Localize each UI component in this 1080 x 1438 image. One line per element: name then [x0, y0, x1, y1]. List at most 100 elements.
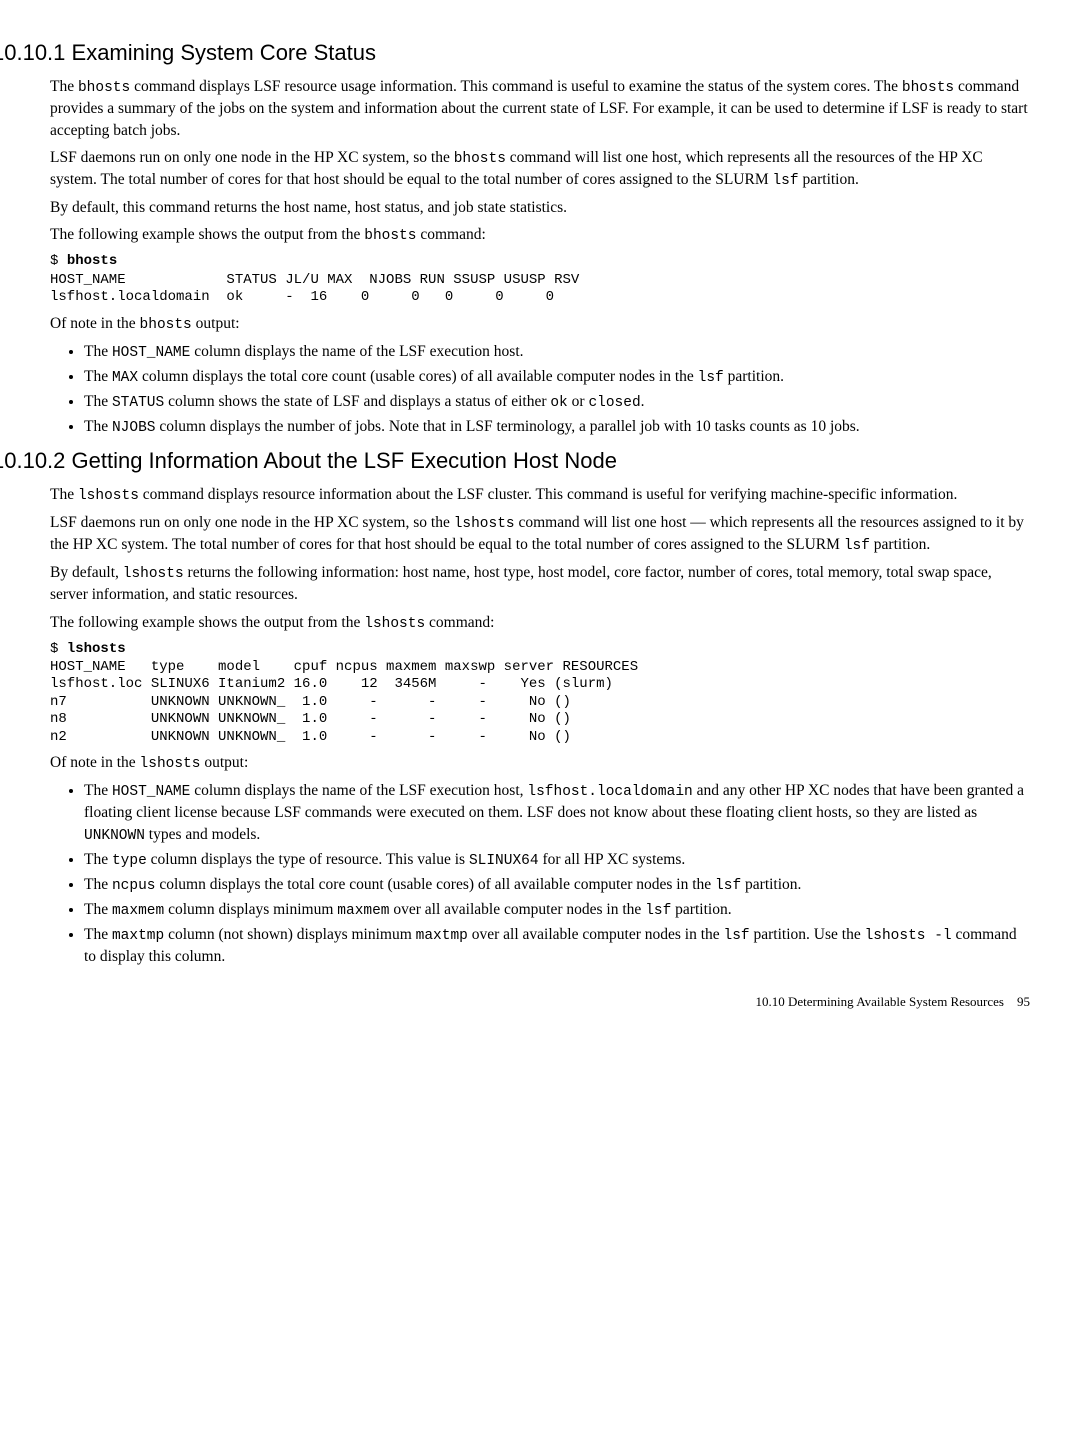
code-lshosts: lshosts — [364, 616, 425, 632]
text: partition. — [671, 901, 731, 918]
text: column displays minimum — [164, 901, 337, 918]
code-maxtmp: maxtmp — [416, 928, 468, 944]
prompt-dollar: $ — [50, 253, 67, 269]
list-item: The HOST_NAME column displays the name o… — [84, 780, 1030, 845]
code-maxmem: maxmem — [337, 903, 389, 919]
code-bhosts: bhosts — [454, 151, 506, 167]
code-ok: ok — [550, 395, 567, 411]
text: column shows the state of LSF and displa… — [164, 393, 550, 410]
text: for all HP XC systems. — [539, 851, 686, 868]
code-bhosts: bhosts — [364, 228, 416, 244]
lshosts-output: HOST_NAME type model cpuf ncpus maxmem m… — [50, 659, 1030, 747]
text: The — [84, 876, 112, 893]
text: The — [84, 851, 112, 868]
page-footer: 10.10 Determining Available System Resou… — [50, 993, 1030, 1011]
code-lsf: lsf — [698, 370, 724, 386]
text: or — [568, 393, 589, 410]
paragraph: The following example shows the output f… — [50, 224, 1030, 246]
list-item: The maxmem column displays minimum maxme… — [84, 899, 1030, 921]
paragraph: The lshosts command displays resource in… — [50, 484, 1030, 506]
command-prompt: $ lshosts — [50, 640, 1030, 659]
code-lsf: lsf — [645, 903, 671, 919]
text: column displays the number of jobs. Note… — [156, 418, 860, 435]
code-max: MAX — [112, 370, 138, 386]
text: output: — [200, 754, 248, 771]
code-status: STATUS — [112, 395, 164, 411]
code-bhosts: bhosts — [140, 317, 192, 333]
code-lsf: lsf — [715, 878, 741, 894]
text: LSF daemons run on only one node in the … — [50, 149, 454, 166]
text: column displays the total core count (us… — [138, 368, 698, 385]
text: types and models. — [145, 826, 260, 843]
paragraph: The bhosts command displays LSF resource… — [50, 76, 1030, 141]
text: partition. — [724, 368, 784, 385]
list-item: The maxtmp column (not shown) displays m… — [84, 924, 1030, 967]
text: column displays the total core count (us… — [156, 876, 716, 893]
section-heading-1: 10.10.1 Examining System Core Status — [0, 38, 1030, 68]
code-lshosts-l: lshosts -l — [865, 928, 952, 944]
text: The — [50, 78, 78, 95]
code-lsfhost-localdomain: lsfhost.localdomain — [527, 784, 692, 800]
code-lsf: lsf — [844, 538, 870, 554]
code-maxtmp: maxtmp — [112, 928, 164, 944]
paragraph: Of note in the lshosts output: — [50, 752, 1030, 774]
text: partition. — [870, 536, 930, 553]
lshosts-notes-list: The HOST_NAME column displays the name o… — [50, 780, 1030, 967]
text: partition. Use the — [750, 926, 865, 943]
bhosts-notes-list: The HOST_NAME column displays the name o… — [50, 341, 1030, 438]
text: column displays the type of resource. Th… — [147, 851, 469, 868]
text: The — [84, 393, 112, 410]
code-host-name: HOST_NAME — [112, 784, 190, 800]
text: The — [84, 343, 112, 360]
command-bhosts: bhosts — [67, 253, 117, 269]
list-item: The type column displays the type of res… — [84, 849, 1030, 871]
text: command displays resource information ab… — [139, 486, 957, 503]
command-prompt: $ bhosts — [50, 252, 1030, 271]
paragraph: By default, this command returns the hos… — [50, 197, 1030, 218]
code-type: type — [112, 853, 147, 869]
code-slinux64: SLINUX64 — [469, 853, 539, 869]
paragraph: LSF daemons run on only one node in the … — [50, 147, 1030, 191]
paragraph: LSF daemons run on only one node in the … — [50, 512, 1030, 556]
text: column (not shown) displays minimum — [164, 926, 415, 943]
code-lsf: lsf — [724, 928, 750, 944]
code-bhosts: bhosts — [78, 80, 130, 96]
text: column displays the name of the LSF exec… — [190, 343, 523, 360]
text: column displays the name of the LSF exec… — [190, 782, 527, 799]
paragraph: By default, lshosts returns the followin… — [50, 562, 1030, 605]
paragraph: The following example shows the output f… — [50, 612, 1030, 634]
code-lshosts: lshosts — [140, 756, 201, 772]
code-lsf: lsf — [772, 173, 798, 189]
text: Of note in the — [50, 315, 140, 332]
text: over all available computer nodes in the — [468, 926, 724, 943]
text: returns the following information: host … — [50, 564, 992, 603]
text: Of note in the — [50, 754, 140, 771]
prompt-dollar: $ — [50, 641, 67, 657]
text: partition. — [799, 171, 859, 188]
text: The — [84, 901, 112, 918]
code-lshosts: lshosts — [454, 516, 515, 532]
command-lshosts: lshosts — [67, 641, 126, 657]
footer-section: 10.10 Determining Available System Resou… — [755, 994, 1004, 1009]
code-ncpus: ncpus — [112, 878, 156, 894]
text: By default, — [50, 564, 123, 581]
text: . — [641, 393, 645, 410]
text: The — [84, 418, 112, 435]
list-item: The ncpus column displays the total core… — [84, 874, 1030, 896]
bhosts-output: HOST_NAME STATUS JL/U MAX NJOBS RUN SSUS… — [50, 272, 1030, 307]
text: partition. — [741, 876, 801, 893]
code-bhosts: bhosts — [902, 80, 954, 96]
list-item: The STATUS column shows the state of LSF… — [84, 391, 1030, 413]
paragraph: Of note in the bhosts output: — [50, 313, 1030, 335]
code-maxmem: maxmem — [112, 903, 164, 919]
text: command displays LSF resource usage info… — [130, 78, 902, 95]
text: The following example shows the output f… — [50, 614, 364, 631]
text: The — [84, 926, 112, 943]
text: The following example shows the output f… — [50, 226, 364, 243]
code-host-name: HOST_NAME — [112, 345, 190, 361]
text: over all available computer nodes in the — [390, 901, 646, 918]
section-heading-2: 10.10.2 Getting Information About the LS… — [0, 446, 1030, 476]
list-item: The NJOBS column displays the number of … — [84, 416, 1030, 438]
list-item: The MAX column displays the total core c… — [84, 366, 1030, 388]
text: The — [50, 486, 78, 503]
